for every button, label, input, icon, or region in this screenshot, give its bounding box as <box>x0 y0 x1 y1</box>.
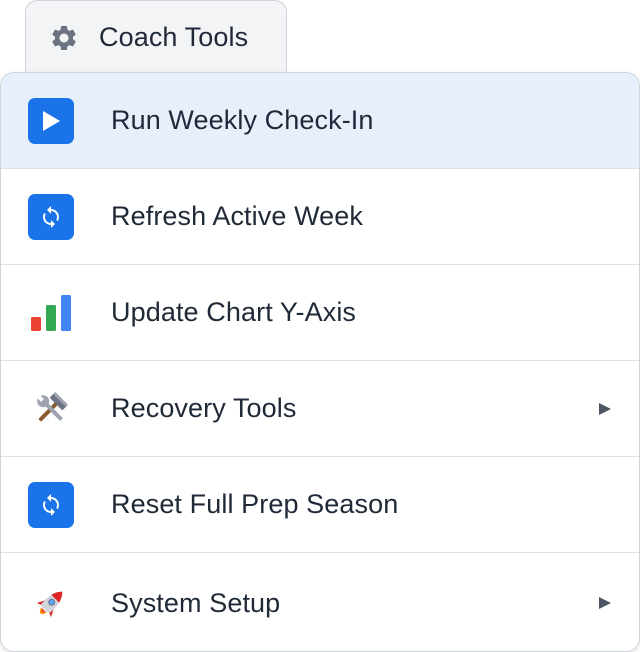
gear-icon <box>48 22 80 54</box>
coach-tools-dropdown: Run Weekly Check-In Refresh Active Week … <box>0 72 640 652</box>
bar-chart-icon <box>28 290 74 336</box>
menu-item-label: Recovery Tools <box>111 393 297 423</box>
submenu-arrow-icon <box>599 402 611 415</box>
hammer-wrench-icon <box>28 386 74 432</box>
menu-item-refresh-active-week[interactable]: Refresh Active Week <box>1 169 639 265</box>
menu-item-recovery-tools[interactable]: Recovery Tools <box>1 361 639 457</box>
menu-item-reset-full-prep-season[interactable]: Reset Full Prep Season <box>1 457 639 553</box>
menu-item-update-chart-y-axis[interactable]: Update Chart Y-Axis <box>1 265 639 361</box>
rocket-icon <box>28 580 74 626</box>
menu-item-label: Run Weekly Check-In <box>111 105 374 135</box>
refresh-icon <box>28 481 74 528</box>
menu-item-label: Reset Full Prep Season <box>111 489 399 519</box>
menu-item-label: Refresh Active Week <box>111 201 364 231</box>
refresh-icon <box>28 193 74 240</box>
menu-title: Coach Tools <box>99 22 249 52</box>
menu-item-label: Update Chart Y-Axis <box>111 297 357 327</box>
menu-item-system-setup[interactable]: System Setup <box>1 553 639 651</box>
menu-item-label: System Setup <box>111 587 281 618</box>
play-icon <box>28 97 74 144</box>
submenu-arrow-icon <box>599 597 611 609</box>
coach-tools-menu-button[interactable]: Coach Tools <box>25 0 287 74</box>
menu-item-run-weekly-check-in[interactable]: Run Weekly Check-In <box>1 73 639 169</box>
